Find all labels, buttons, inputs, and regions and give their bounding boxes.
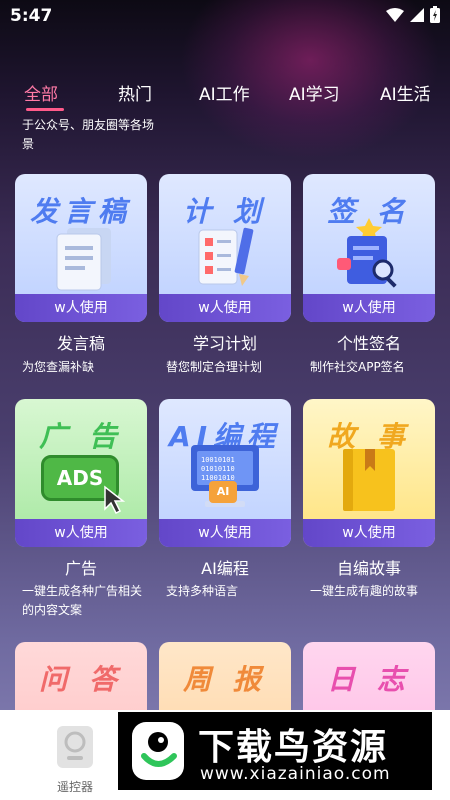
document-icon: [53, 228, 115, 296]
card-title: 发言稿: [56, 334, 105, 353]
remote-icon: [53, 726, 97, 774]
card-title: AI编程: [201, 559, 249, 578]
card-usage-count: w人使用: [15, 519, 147, 547]
book-icon: [337, 447, 401, 517]
bird-logo-icon: [126, 718, 190, 788]
card-subtitle: 支持多种语言: [166, 584, 239, 598]
card-subtitle: 制作社交APP签名: [310, 360, 405, 374]
remote-label: 遥控器: [56, 780, 93, 794]
status-time: 5:47: [10, 6, 53, 26]
card-art-text: 广 告: [39, 420, 123, 453]
card-story[interactable]: 故 事 w人使用: [303, 399, 435, 547]
card-title: 学习计划: [192, 334, 257, 353]
watermark-title: 下载鸟资源: [198, 727, 389, 768]
tab-ai-life[interactable]: AI生活: [380, 80, 431, 105]
watermark-url: www.xiazainiao.com: [200, 764, 391, 784]
tab-all[interactable]: 全部: [24, 80, 58, 105]
card-subtitle: 一键生成有趣的故事: [310, 584, 419, 598]
active-tab-indicator: [26, 108, 64, 111]
card-usage-count: w人使用: [303, 519, 435, 547]
card-usage-count: w人使用: [159, 519, 291, 547]
card-ai-coding[interactable]: AI编程 10010101 01010110 11001010 AI w人使用: [159, 399, 291, 547]
status-bar: 5:47: [0, 0, 450, 30]
card-subtitle: 替您制定合理计划: [166, 360, 263, 374]
card-art-text: 周 报: [183, 663, 267, 696]
card-subtitle: 为您查漏补缺: [22, 360, 95, 374]
card-speech[interactable]: 发言稿 w人使用: [15, 174, 147, 322]
monitor-icon: 10010101 01010110 11001010: [189, 445, 261, 515]
tab-ai-study[interactable]: AI学习: [289, 80, 340, 105]
ai-chip: AI: [209, 481, 237, 503]
svg-text:01010110: 01010110: [201, 465, 235, 473]
signal-icon: [410, 7, 424, 26]
card-title: 个性签名: [336, 334, 401, 353]
status-icons: [386, 6, 440, 27]
card-study-plan[interactable]: 计 划 w人使用: [159, 174, 291, 322]
remote-control-button[interactable]: 遥控器: [40, 724, 110, 795]
clipboard-search-icon: [337, 218, 405, 294]
category-description: 于公众号、朋友圈等各场景: [22, 118, 155, 151]
tab-ai-work[interactable]: AI工作: [199, 80, 250, 105]
wifi-icon: [386, 7, 404, 26]
ai-chip-text: AI: [216, 485, 230, 498]
card-title: 自编故事: [336, 559, 401, 578]
battery-icon: [430, 6, 440, 27]
card-usage-count: w人使用: [159, 294, 291, 322]
card-usage-count: w人使用: [303, 294, 435, 322]
checklist-icon: [195, 224, 259, 294]
card-ad[interactable]: 广 告 ADS w人使用: [15, 399, 147, 547]
card-signature[interactable]: 签 名 w人使用: [303, 174, 435, 322]
tab-hot[interactable]: 热门: [118, 80, 152, 105]
svg-text:10010101: 10010101: [201, 456, 235, 464]
card-usage-count: w人使用: [15, 294, 147, 322]
category-tabs: 全部 热门 AI工作 AI学习 AI生活: [0, 80, 450, 111]
card-title: 广告: [64, 559, 97, 578]
card-art-text: 日 志: [327, 663, 411, 696]
card-subtitle: 一键生成各种广告相关的内容文案: [22, 584, 143, 617]
card-art-text: 发言稿: [29, 195, 132, 228]
watermark-banner: 下载鸟资源 www.xiazainiao.com: [118, 712, 432, 790]
card-art-text: 问 答: [39, 663, 123, 696]
cursor-icon: [103, 485, 129, 519]
